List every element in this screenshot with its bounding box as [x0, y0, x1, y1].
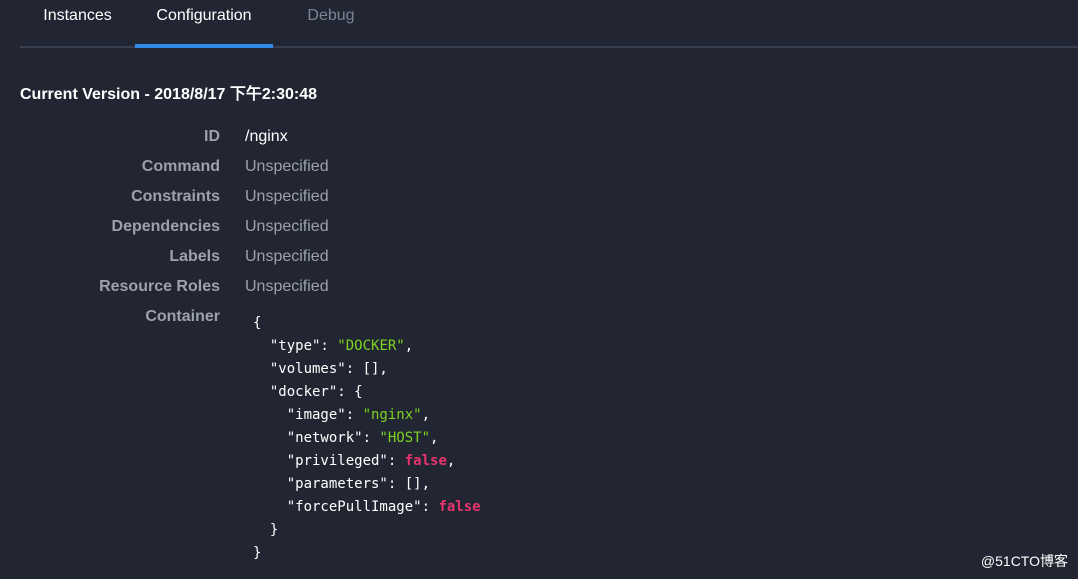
container-json-block: { "type": "DOCKER", "volumes": [], "dock… — [253, 312, 481, 565]
active-tab-indicator — [135, 44, 273, 48]
json-parameters-line: "parameters": [], — [286, 476, 431, 492]
json-comma: , — [430, 430, 439, 446]
command-label: Command — [141, 158, 220, 175]
command-value: Unspecified — [245, 158, 329, 175]
json-type-value: "DOCKER" — [337, 338, 405, 354]
constraints-label: Constraints — [131, 188, 220, 205]
json-force-pull-key: "forcePullImage": — [286, 499, 439, 515]
labels-label: Labels — [169, 248, 220, 265]
tab-instances-label: Instances — [43, 7, 112, 24]
current-version-title: Current Version - 2018/8/17 下午2:30:48 — [20, 86, 318, 103]
json-close-brace: } — [253, 545, 262, 561]
json-volumes-line: "volumes": [], — [269, 361, 388, 377]
json-comma: , — [446, 453, 456, 469]
labels-value: Unspecified — [245, 248, 329, 265]
tab-instances[interactable]: Instances — [20, 0, 135, 46]
json-network-value: "HOST" — [379, 430, 431, 446]
tab-configuration[interactable]: Configuration — [135, 0, 273, 48]
constraints-value: Unspecified — [245, 188, 329, 205]
json-comma: , — [421, 407, 431, 423]
dependencies-label: Dependencies — [111, 218, 220, 235]
tab-configuration-label: Configuration — [156, 7, 252, 24]
tab-debug[interactable]: Debug — [273, 0, 389, 46]
json-privileged-value: false — [404, 453, 447, 469]
json-open-brace: { — [253, 315, 262, 331]
container-label: Container — [145, 308, 220, 325]
json-network-key: "network": — [286, 430, 380, 446]
tab-bar: Instances Configuration Debug — [20, 0, 1078, 48]
json-image-value: "nginx" — [362, 407, 422, 423]
resource-roles-value: Unspecified — [245, 278, 329, 295]
id-label: ID — [204, 128, 220, 145]
json-type-key: "type": — [269, 338, 338, 354]
watermark: @51CTO博客 — [980, 553, 1068, 569]
dependencies-value: Unspecified — [245, 218, 329, 235]
id-value: /nginx — [245, 128, 288, 145]
json-docker-key: "docker": { — [269, 384, 363, 400]
json-comma: , — [404, 338, 414, 354]
json-privileged-key: "privileged": — [286, 453, 405, 469]
json-force-pull-value: false — [438, 499, 481, 515]
resource-roles-label: Resource Roles — [99, 278, 220, 295]
json-docker-close-brace: } — [269, 522, 279, 538]
json-image-key: "image": — [286, 407, 363, 423]
tab-debug-label: Debug — [307, 7, 355, 24]
